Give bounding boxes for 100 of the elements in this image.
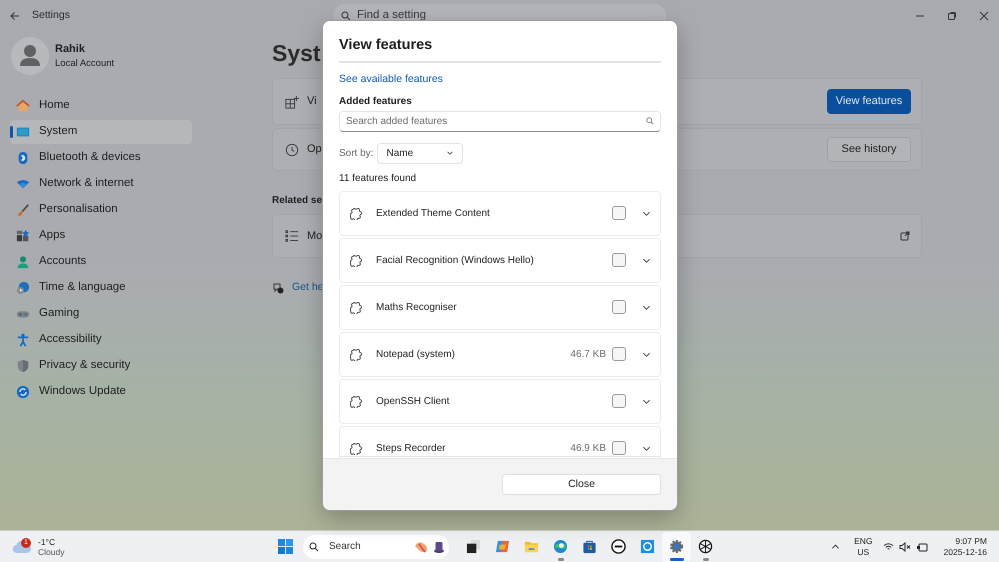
feature-name: OpenSSH Client <box>376 394 450 409</box>
clock-time[interactable]: 9:07 PM <box>944 536 987 546</box>
globe-clock-icon <box>16 281 30 295</box>
search-icon <box>341 11 351 21</box>
folder-icon[interactable] <box>524 539 539 554</box>
history-icon <box>285 142 299 156</box>
feature-name: Facial Recognition (Windows Hello) <box>376 254 534 268</box>
apps-icon <box>16 229 30 243</box>
feature-row[interactable]: Maths Recogniser <box>339 284 661 330</box>
close-icon[interactable] <box>979 11 989 21</box>
search-icon <box>309 542 319 552</box>
feature-name: Notepad (system) <box>376 348 455 362</box>
volume-muted-icon[interactable] <box>898 542 911 552</box>
setting-label: Mo <box>307 228 322 244</box>
account-name: Rahik <box>55 42 86 57</box>
link[interactable]: See available features <box>339 72 661 88</box>
section-heading: Related se <box>272 194 324 208</box>
sort-label: Sort by: <box>339 146 374 161</box>
shield-icon <box>16 359 30 373</box>
search-highlight-drawing <box>413 540 445 554</box>
result-count: 11 features found <box>339 172 418 186</box>
feature-name: Maths Recogniser <box>376 300 457 315</box>
maximize-icon[interactable] <box>947 11 957 21</box>
grid-plus-icon <box>285 94 299 108</box>
feature-name: Extended Theme Content <box>376 206 490 221</box>
nav-item[interactable]: System <box>10 120 192 144</box>
checkbox[interactable] <box>612 394 626 408</box>
puzzle-icon <box>350 442 362 455</box>
sync-icon <box>16 385 30 399</box>
feature-row[interactable]: Extended Theme Content <box>339 190 661 236</box>
gear-icon[interactable] <box>669 539 684 554</box>
monitor-icon <box>16 125 30 139</box>
person-icon <box>16 255 30 269</box>
ring-icon[interactable] <box>640 539 655 554</box>
search-icon <box>646 117 654 126</box>
clock-date[interactable]: 2025-12-16 <box>944 546 987 558</box>
setting-label: Op <box>307 142 322 158</box>
home-icon <box>16 99 30 113</box>
window-title: Settings <box>32 8 70 24</box>
feature-row[interactable]: Facial Recognition (Windows Hello) <box>339 238 661 283</box>
knot-icon[interactable] <box>698 539 713 554</box>
region[interactable]: US <box>854 546 873 558</box>
person-silhouette-icon <box>19 44 41 68</box>
circle-logo-icon[interactable] <box>611 539 626 554</box>
nav-item[interactable]: Apps <box>10 224 192 248</box>
puzzle-icon <box>350 206 362 220</box>
swirl-icon[interactable] <box>553 539 568 554</box>
nav-item[interactable]: Accessibility <box>10 328 192 352</box>
close-button[interactable]: Close <box>502 474 661 496</box>
button[interactable]: View features <box>827 89 911 114</box>
feature-size: 46.9 KB <box>570 442 606 456</box>
puzzle-icon <box>350 348 362 361</box>
wifi-icon <box>16 177 30 191</box>
weather-condition: Cloudy <box>38 546 64 556</box>
section-label: Added features <box>339 94 413 109</box>
nav-item[interactable]: Home <box>10 94 192 118</box>
checkbox[interactable] <box>612 441 626 456</box>
wifi-icon[interactable] <box>882 542 894 551</box>
feature-row[interactable]: Steps Recorder 46.9 KB <box>339 426 661 456</box>
nav-item[interactable]: Personalisation <box>10 198 192 222</box>
chevron-up-icon[interactable] <box>831 542 840 551</box>
list-icon <box>285 229 299 243</box>
checkbox[interactable] <box>612 253 626 268</box>
bluetooth-icon <box>16 151 30 165</box>
feature-row[interactable]: OpenSSH Client <box>339 378 661 424</box>
nav-item[interactable]: Time & language <box>10 276 192 300</box>
page-title: Syst <box>272 39 321 68</box>
dialog-title: View features <box>339 35 661 63</box>
checkbox[interactable] <box>612 347 626 362</box>
nav-item[interactable]: Windows Update <box>10 380 192 404</box>
account-type: Local Account <box>55 57 114 72</box>
accessibility-icon <box>16 333 30 347</box>
battery-plug-icon[interactable] <box>916 542 928 552</box>
button[interactable]: See history <box>827 137 911 162</box>
puzzle-icon <box>350 394 362 408</box>
window-stack-icon[interactable] <box>466 539 481 554</box>
feature-row[interactable]: Notepad (system) 46.7 KB <box>339 332 661 377</box>
start-icon[interactable] <box>278 539 293 554</box>
sort-dropdown[interactable]: Name <box>377 142 464 164</box>
nav-item[interactable]: Accounts <box>10 250 192 274</box>
shopping-bag-icon[interactable] <box>582 539 597 554</box>
nav-item[interactable]: Gaming <box>10 302 192 326</box>
brush-icon <box>16 203 30 217</box>
back-arrow-icon[interactable] <box>10 11 20 21</box>
feature-size: 46.7 KB <box>570 348 606 362</box>
setting-label: Vi <box>307 94 317 110</box>
colorful-logo-icon[interactable] <box>495 539 510 554</box>
checkbox[interactable] <box>612 206 626 220</box>
search-field[interactable]: Search <box>303 534 449 558</box>
puzzle-icon <box>350 300 362 314</box>
puzzle-icon <box>350 254 362 267</box>
nav-item[interactable]: Privacy & security <box>10 354 192 378</box>
nav-item[interactable]: Network & internet <box>10 172 192 196</box>
external-link-icon <box>900 231 910 241</box>
nav-item[interactable]: Bluetooth & devices <box>10 146 192 170</box>
temperature: -1°C <box>38 536 56 546</box>
search-field[interactable]: Search added features <box>339 110 661 132</box>
language[interactable]: ENG <box>854 536 873 546</box>
checkbox[interactable] <box>612 300 626 314</box>
selection-indicator <box>10 126 13 138</box>
